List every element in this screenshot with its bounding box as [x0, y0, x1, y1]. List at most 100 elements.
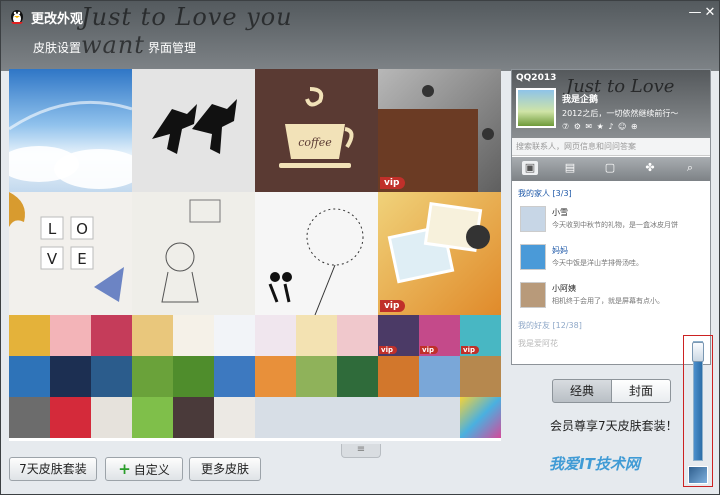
skin-gallery: coffee vip L O V E vip vip vip vip [9, 69, 501, 441]
skin-tile-empty [255, 397, 296, 438]
avatar [516, 88, 556, 128]
tab-skin-settings[interactable]: 皮肤设置 [33, 39, 81, 56]
skin-tile-small[interactable] [9, 356, 50, 397]
member-promo-text[interactable]: 会员尊享7天皮肤套装！ [550, 417, 678, 434]
skin-tile-small[interactable] [173, 315, 214, 356]
skin-tile-small[interactable] [255, 356, 296, 397]
search-icon: ⌕ [686, 161, 694, 174]
dandelion-image [268, 208, 364, 315]
skin-tile-small[interactable] [460, 356, 501, 397]
customize-button[interactable]: + 自定义 [105, 457, 183, 481]
close-button[interactable]: ✕ [702, 5, 718, 21]
chat-icon: ▣ [522, 161, 538, 175]
contact-message: 今天中饭是洋山芋排骨汤哇。 [552, 259, 643, 267]
sketch-girl-image [161, 199, 221, 303]
skin-tile-sketch-girl[interactable] [132, 192, 255, 315]
skin-tile-small[interactable] [460, 397, 501, 438]
skin-tile-small[interactable] [50, 315, 91, 356]
runners-image [152, 99, 237, 154]
skin-tile-small[interactable] [9, 315, 50, 356]
preview-tab-strip: ▣ ▤ ▢ ✤ ⌕ [512, 157, 710, 181]
skin-tile-small[interactable] [173, 397, 214, 438]
vip-badge: vip [379, 346, 397, 354]
contact-name: 小阿姨 [552, 284, 576, 293]
vip-badge: vip [461, 346, 479, 354]
skin-preview-panel: QQ2013 Just to Love 我是企鹅 2012之后，一切依然继续前行… [511, 69, 711, 365]
skin-tile-small[interactable] [378, 356, 419, 397]
skin-package-button[interactable]: 7天皮肤套装 [9, 457, 97, 481]
skin-tile-small[interactable] [214, 356, 255, 397]
preview-status-icons: ⑦ ⚙ ✉ ★ ♪ ☺ ⊕ [562, 122, 639, 131]
contact-name: 小雪 [552, 208, 568, 217]
skin-tile-sky[interactable] [9, 69, 132, 192]
skin-tile-small[interactable] [214, 397, 255, 438]
contact-message: 今天收到中秋节的礼物，是一盒冰皮月饼 [552, 221, 678, 229]
coffee-label: coffee [298, 136, 332, 149]
skin-tile-small[interactable] [50, 397, 91, 438]
group-icon: ▤ [564, 161, 576, 174]
block-letter: L [48, 220, 57, 238]
skin-tile-small[interactable]: vip [460, 315, 501, 356]
skin-tile-love-blocks[interactable]: L O V E [9, 192, 132, 315]
preview-group-family: 我的家人 [3/3] [518, 189, 572, 198]
skin-tile-small[interactable]: vip [378, 315, 419, 356]
transparency-icon[interactable] [688, 466, 708, 484]
skin-tile-small[interactable] [296, 315, 337, 356]
skin-tile-small[interactable] [132, 356, 173, 397]
skin-tile-small[interactable] [91, 397, 132, 438]
change-appearance-window: 更改外观 Just to Love you want — ✕ 皮肤设置 界面管理 [0, 0, 720, 495]
message-icon: ▢ [604, 161, 616, 174]
preview-contact: 小阿姨 相机终于会用了，就是屏幕有点小。 [518, 280, 704, 314]
watermark-text: 我爱IT技术网 [549, 455, 640, 473]
skin-tile-empty [337, 397, 378, 438]
skin-tile-runners[interactable] [132, 69, 255, 192]
preview-signature: 2012之后，一切依然继续前行～ [562, 109, 679, 118]
avatar [520, 282, 546, 308]
transparency-slider[interactable] [683, 335, 713, 487]
mode-classic-button[interactable]: 经典 [552, 379, 612, 403]
slider-fill [694, 347, 702, 460]
vip-badge: vip [380, 300, 406, 312]
penguin-icon [11, 10, 23, 24]
tab-interface-management[interactable]: 界面管理 [148, 39, 196, 56]
skin-tile-empty [419, 397, 460, 438]
skin-tile-small[interactable] [91, 315, 132, 356]
contact-message: 相机终于会用了，就是屏幕有点小。 [552, 297, 664, 305]
avatar [520, 244, 546, 270]
preview-contact: 妈妈 今天中饭是洋山芋排骨汤哇。 [518, 242, 704, 276]
skin-tile-small[interactable] [173, 356, 214, 397]
skin-tile-dandelion[interactable] [255, 192, 378, 315]
skin-tile-small[interactable] [214, 315, 255, 356]
skin-tile-small[interactable] [255, 315, 296, 356]
skin-tile-small[interactable] [9, 397, 50, 438]
skin-tile-small[interactable] [91, 356, 132, 397]
collapse-handle[interactable]: ≡ [341, 444, 381, 458]
skin-tile-small[interactable] [132, 397, 173, 438]
title-bar[interactable]: 更改外观 Just to Love you want — ✕ [1, 1, 719, 59]
preview-contact: 小雪 今天收到中秋节的礼物，是一盒冰皮月饼 [518, 204, 704, 238]
block-letter: V [47, 250, 58, 268]
preview-nickname: 我是企鹅 [562, 95, 599, 105]
preview-app-title: QQ2013 [516, 73, 557, 83]
preview-group-friends: 我的好友 [12/38] [518, 321, 582, 330]
preview-search-field: 搜索联系人，网页信息和问问答案 [512, 138, 710, 156]
skin-tile-small[interactable] [132, 315, 173, 356]
sky-image [9, 100, 132, 189]
skin-tile-small[interactable]: vip [419, 315, 460, 356]
skin-tile-small[interactable] [50, 356, 91, 397]
mode-cover-button[interactable]: 封面 [611, 379, 671, 403]
skin-tile-small[interactable] [296, 356, 337, 397]
skin-tile-small[interactable] [337, 315, 378, 356]
skin-tile-leather-vip[interactable]: vip [378, 69, 501, 192]
skin-tile-empty [296, 397, 337, 438]
slider-thumb[interactable] [692, 342, 704, 362]
skin-tile-coffee[interactable]: coffee [255, 69, 378, 192]
skin-tile-small[interactable] [419, 356, 460, 397]
skin-tile-small[interactable] [337, 356, 378, 397]
customize-label: 自定义 [133, 463, 170, 477]
coffee-cup-icon: coffee [279, 87, 354, 168]
minimize-button[interactable]: — [687, 5, 703, 21]
leather-pattern-image [378, 85, 494, 192]
skin-tile-postcards-vip[interactable]: vip [378, 192, 501, 315]
more-skins-button[interactable]: 更多皮肤 [189, 457, 261, 481]
